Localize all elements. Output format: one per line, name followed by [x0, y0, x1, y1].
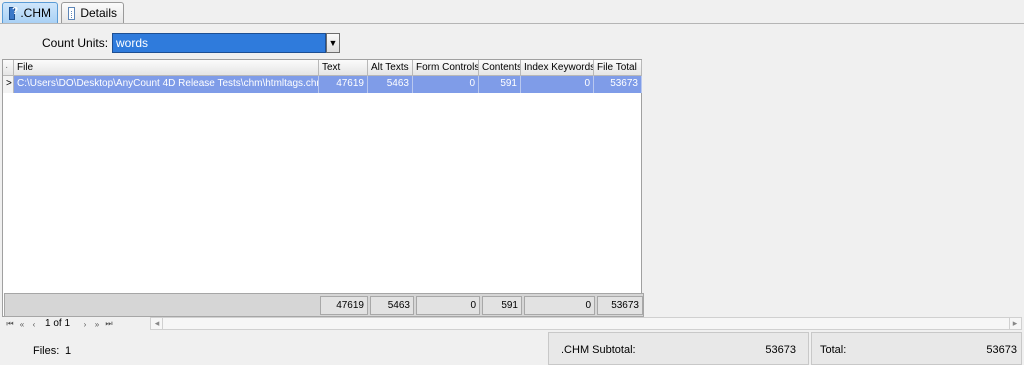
tab-details-label: Details [80, 6, 117, 20]
column-header-file-total[interactable]: File Total [594, 60, 642, 76]
total-index-keywords: 0 [524, 296, 595, 315]
cell-file-total[interactable]: 53673 [594, 76, 642, 93]
cell-index-keywords[interactable]: 0 [521, 76, 594, 93]
next-page-icon[interactable]: » [91, 318, 103, 330]
last-record-icon[interactable]: ⏭ [103, 318, 115, 330]
cell-text[interactable]: 47619 [319, 76, 368, 93]
dropdown-arrow-button[interactable]: ▼ [326, 33, 340, 53]
column-header-form-controls[interactable]: Form Controls [413, 60, 479, 76]
chm-subtotal-label: .CHM Subtotal: [561, 344, 636, 356]
count-units-dropdown[interactable]: words [112, 33, 326, 53]
tab-chm-label: .CHM [20, 6, 51, 20]
status-bar: Files: 1 .CHM Subtotal: 53673 Total: 536… [0, 331, 1024, 365]
previous-page-icon[interactable]: « [16, 318, 28, 330]
cell-file[interactable]: C:\Users\DO\Desktop\AnyCount 4D Release … [14, 76, 319, 93]
next-record-icon[interactable]: › [79, 318, 91, 330]
document-icon [68, 6, 76, 20]
column-header-text[interactable]: Text [319, 60, 368, 76]
column-header-alt-texts[interactable]: Alt Texts [368, 60, 413, 76]
tab-strip: .CHM Details [0, 0, 1024, 24]
total-contents: 591 [482, 296, 522, 315]
previous-record-icon[interactable]: ‹ [28, 318, 40, 330]
chm-help-icon [9, 6, 19, 20]
record-navigator: ⏮ « ‹ 1 of 1 › » ⏭ [2, 318, 150, 330]
total-label: Total: [820, 344, 847, 356]
first-record-icon[interactable]: ⏮ [4, 318, 16, 330]
files-label: Files: [33, 345, 60, 357]
count-units-value: words [116, 36, 149, 50]
cell-alt-texts[interactable]: 5463 [368, 76, 413, 93]
chm-subtotal-panel: .CHM Subtotal: 53673 [548, 332, 809, 365]
tab-strip-divider [0, 23, 1024, 24]
totals-row: 47619 5463 0 591 0 53673 [4, 293, 644, 317]
row-indicator-header: · [3, 60, 14, 76]
tab-chm[interactable]: .CHM [2, 2, 58, 24]
chm-subtotal-value: 53673 [765, 344, 796, 356]
total-value: 53673 [986, 344, 1017, 356]
total-form-controls: 0 [416, 296, 480, 315]
scroll-right-icon[interactable]: ▸ [1009, 318, 1020, 329]
files-value: 1 [65, 345, 72, 357]
total-panel: Total: 53673 [811, 332, 1022, 365]
column-header-index-keywords[interactable]: Index Keywords [521, 60, 594, 76]
results-grid[interactable]: · File Text Alt Texts Form Controls Cont… [2, 59, 644, 317]
total-file-total: 53673 [597, 296, 643, 315]
total-text: 47619 [320, 296, 368, 315]
cell-contents[interactable]: 591 [479, 76, 521, 93]
row-indicator[interactable]: > [3, 76, 14, 93]
record-position: 1 of 1 [45, 318, 71, 329]
column-header-file[interactable]: File [14, 60, 319, 76]
tab-details[interactable]: Details [61, 2, 124, 24]
cell-form-controls[interactable]: 0 [413, 76, 479, 93]
chevron-down-icon: ▼ [328, 38, 338, 48]
horizontal-scrollbar[interactable]: ◂ ▸ [150, 317, 1022, 330]
count-units-label: Count Units: [42, 36, 109, 50]
total-alt-texts: 5463 [370, 296, 414, 315]
scroll-left-icon[interactable]: ◂ [152, 318, 163, 329]
column-header-contents[interactable]: Contents [479, 60, 521, 76]
